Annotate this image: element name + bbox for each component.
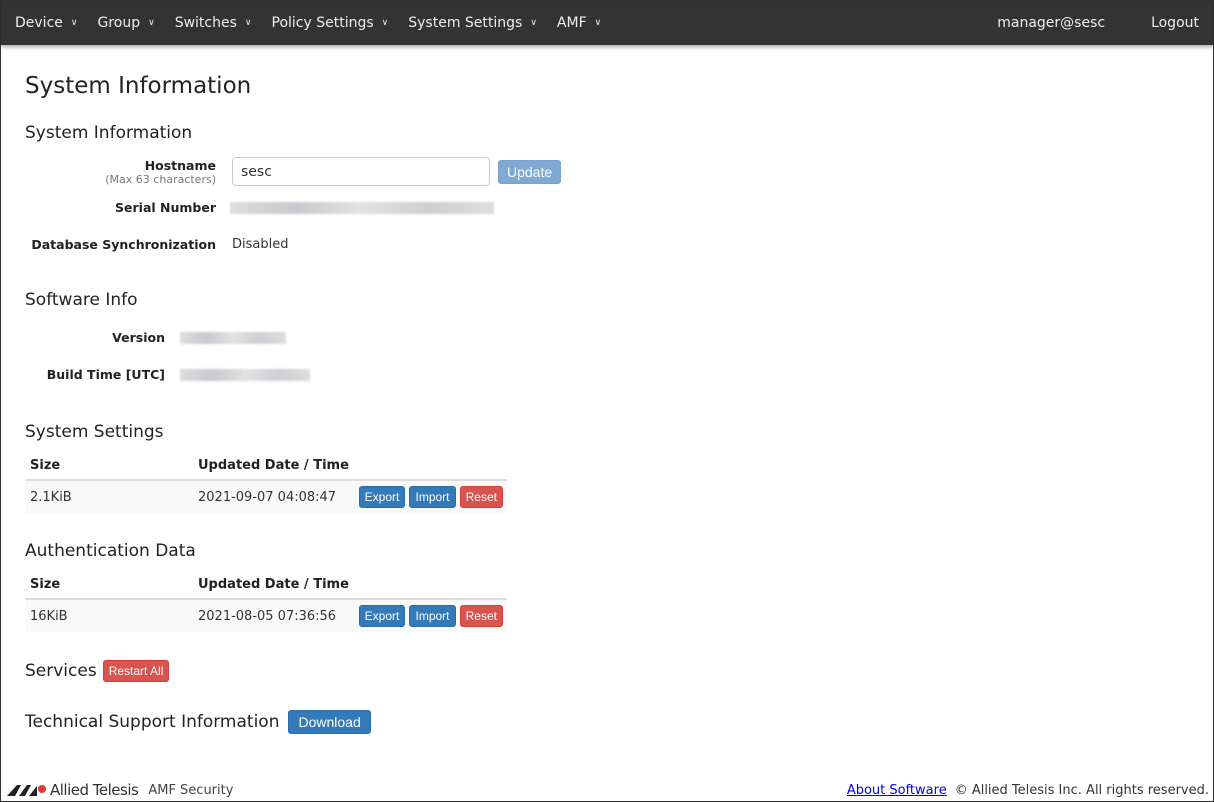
- product-name: AMF Security: [148, 782, 234, 798]
- reset-button[interactable]: Reset: [459, 605, 503, 627]
- authentication-data-table: Size Updated Date / Time 16KiB 2021-08-05…: [25, 571, 507, 632]
- chevron-down-icon: ∨: [70, 18, 78, 28]
- nav-label: Group: [97, 15, 141, 31]
- date-cell: 2021-09-07 04:08:47: [193, 480, 355, 513]
- copyright: © Allied Telesis Inc. All rights reserve…: [954, 782, 1209, 798]
- size-cell: 16KiB: [25, 599, 193, 632]
- chevron-down-icon: ∨: [244, 18, 252, 28]
- nav-system-settings[interactable]: System Settings ∨: [408, 15, 537, 31]
- section-authentication-data: Authentication Data: [25, 541, 196, 561]
- export-button[interactable]: Export: [358, 605, 406, 627]
- chevron-down-icon: ∨: [381, 18, 389, 28]
- import-button[interactable]: Import: [409, 605, 456, 627]
- import-button[interactable]: Import: [409, 486, 456, 508]
- restart-all-button[interactable]: Restart All: [102, 660, 170, 682]
- build-time-value-redacted: [180, 368, 310, 381]
- footer: Allied Telesis AMF Security About Softwa…: [1, 779, 1213, 801]
- reset-button[interactable]: Reset: [459, 486, 503, 508]
- allied-telesis-logo-icon: [7, 785, 46, 796]
- hostname-hint: (Max 63 characters): [105, 172, 216, 186]
- col-date: Updated Date / Time: [193, 452, 355, 481]
- export-button[interactable]: Export: [358, 486, 406, 508]
- dbsync-label: Database Synchronization: [31, 237, 216, 252]
- nav-label: AMF: [556, 15, 587, 31]
- section-software-info: Software Info: [25, 290, 138, 310]
- update-button[interactable]: Update: [498, 159, 562, 184]
- nav-amf[interactable]: AMF ∨: [557, 15, 601, 31]
- table-row: 16KiB 2021-08-05 07:36:56 Export Import …: [25, 599, 507, 632]
- section-system-information: System Information: [25, 123, 193, 143]
- page-title: System Information: [25, 73, 252, 99]
- section-technical-support: Technical Support Information: [25, 712, 280, 732]
- serial-label: Serial Number: [115, 200, 216, 215]
- download-button[interactable]: Download: [288, 710, 371, 734]
- brand-name: Allied Telesis: [50, 781, 139, 799]
- about-software-link[interactable]: About Software: [847, 783, 947, 798]
- logout-link[interactable]: Logout: [1151, 15, 1199, 31]
- table-row: 2.1KiB 2021-09-07 04:08:47 Export Import…: [25, 480, 507, 513]
- hostname-input[interactable]: [232, 157, 490, 186]
- nav-label: Switches: [174, 15, 237, 31]
- col-date: Updated Date / Time: [193, 571, 355, 600]
- col-size: Size: [25, 452, 193, 481]
- col-size: Size: [25, 571, 193, 600]
- nav-label: Policy Settings: [271, 15, 374, 31]
- nav-switches[interactable]: Switches ∨: [175, 15, 252, 31]
- hostname-label-text: Hostname: [144, 157, 216, 173]
- top-navbar: Device ∨ Group ∨ Switches ∨ Policy Settings…: [1, 1, 1213, 45]
- user-menu[interactable]: manager@sesc: [997, 15, 1105, 31]
- date-cell: 2021-08-05 07:36:56: [193, 599, 355, 632]
- dbsync-value: Disabled: [232, 237, 289, 252]
- version-value-redacted: [180, 331, 286, 344]
- chevron-down-icon: ∨: [530, 18, 537, 28]
- chevron-down-icon: ∨: [148, 18, 155, 28]
- serial-value-redacted: [230, 201, 494, 214]
- chevron-down-icon: ∨: [594, 18, 602, 28]
- nav-policy-settings[interactable]: Policy Settings ∨: [272, 15, 389, 31]
- nav-label: System Settings: [408, 15, 523, 31]
- build-time-label: Build Time [UTC]: [46, 367, 165, 382]
- size-cell: 2.1KiB: [25, 480, 193, 513]
- section-services: Services: [25, 661, 97, 681]
- system-settings-table: Size Updated Date / Time 2.1KiB 2021-09-0…: [25, 452, 507, 513]
- hostname-label: Hostname (Max 63 characters): [25, 158, 216, 186]
- version-label: Version: [112, 330, 165, 345]
- nav-label: Device: [15, 15, 63, 31]
- nav-device[interactable]: Device ∨: [15, 15, 77, 31]
- nav-group[interactable]: Group ∨: [97, 15, 154, 31]
- section-system-settings: System Settings: [25, 422, 164, 442]
